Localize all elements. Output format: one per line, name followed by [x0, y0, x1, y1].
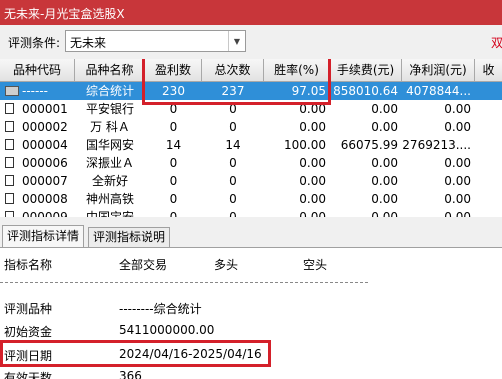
cell-fee: 0.00: [371, 174, 398, 188]
cell-code: 000001: [22, 102, 68, 116]
cell-profit: 0.00: [444, 210, 471, 217]
detail-separator: [0, 282, 368, 283]
cell-profit: 0.00: [444, 156, 471, 170]
cell-total: 14: [225, 138, 241, 152]
cell-rate: 0.00: [299, 174, 326, 188]
table-row[interactable]: 000008 神州高铁 0 0 0.00 0.00 0.00: [0, 190, 502, 208]
cell-fee: 0.00: [371, 192, 398, 206]
cell-fee: 0.00: [371, 102, 398, 116]
cell-wins: 0: [169, 174, 178, 188]
cell-code: 000009: [22, 210, 68, 217]
filter-label: 评测条件:: [8, 36, 61, 50]
window-title: 无未来-月光宝盒选股X: [4, 7, 125, 21]
tab-indicator-description[interactable]: 评测指标说明: [88, 227, 171, 248]
cell-name: 深振业Ａ: [85, 156, 134, 170]
cell-rate: 100.00: [284, 138, 326, 152]
filter-condition-value: 无未来: [70, 36, 107, 50]
cell-fee: 0.00: [371, 156, 398, 170]
chevron-down-icon[interactable]: ▼: [228, 31, 245, 51]
cell-rate: 0.00: [299, 156, 326, 170]
filter-condition-select[interactable]: 无未来 ▼: [65, 30, 246, 52]
table-row[interactable]: 000009 中国宝安 0 0 0.00 0.00 0.00: [0, 208, 502, 217]
table-row[interactable]: 000004 国华网安 14 14 100.00 66075.99 276921…: [0, 136, 502, 154]
cell-wins: 0: [169, 210, 178, 217]
detail-label: 初始资金: [4, 325, 53, 339]
tab-bar: 评测指标详情 评测指标说明: [0, 225, 502, 248]
col-header-fee[interactable]: 手续费(元): [330, 59, 402, 81]
cell-name: 综合统计: [85, 84, 134, 98]
cell-fee: 858010.64: [333, 84, 398, 98]
cell-wins: 14: [165, 138, 182, 152]
cell-profit: 0.00: [444, 192, 471, 206]
table-row[interactable]: 000007 全新好 0 0 0.00 0.00 0.00: [0, 172, 502, 190]
detail-value: --------综合统计: [119, 302, 202, 316]
cell-rate: 0.00: [299, 210, 326, 217]
cell-fee: 0.00: [371, 120, 398, 134]
cell-fee: 0.00: [371, 210, 398, 217]
cell-code: 000002: [22, 120, 68, 134]
indicator-detail-panel: 指标名称 全部交易 多头 空头 评测品种 --------综合统计 初始资金 5…: [0, 248, 502, 379]
col-header-name[interactable]: 品种名称: [75, 59, 145, 81]
col-header-code[interactable]: 品种代码: [0, 59, 75, 81]
cell-name: 平安银行: [85, 102, 134, 116]
highlight-box-stats: [142, 59, 331, 105]
cell-total: 0: [229, 120, 237, 134]
cell-total: 0: [229, 174, 237, 188]
cell-profit: 0.00: [444, 120, 471, 134]
result-table: 品种代码 品种名称 盈利数 总次数 胜率(%) 手续费(元) 净利润(元) 收 …: [0, 59, 502, 217]
cell-wins: 0: [169, 192, 178, 206]
cell-profit: 4078844...: [406, 84, 471, 98]
cell-rate: 0.00: [299, 192, 326, 206]
cell-code: 000004: [22, 138, 68, 152]
cell-name: 中国宝安: [85, 210, 134, 217]
cell-wins: 0: [169, 120, 178, 134]
cell-total: 0: [229, 192, 237, 206]
table-row[interactable]: 000006 深振业Ａ 0 0 0.00 0.00 0.00: [0, 154, 502, 172]
detail-label: 评测品种: [4, 302, 53, 316]
detail-header-name: 指标名称: [4, 258, 53, 272]
col-header-profit[interactable]: 净利润(元): [402, 59, 475, 81]
tab-indicator-details[interactable]: 评测指标详情: [2, 225, 85, 248]
cell-profit: 0.00: [444, 102, 471, 116]
cell-code: ------: [22, 84, 48, 98]
filter-bar: 评测条件: 无未来 ▼ 双: [0, 25, 502, 57]
detail-value: 366: [119, 369, 142, 379]
cell-name: 万 科Ａ: [90, 120, 130, 134]
cell-total: 0: [229, 156, 237, 170]
cell-total: 0: [229, 210, 237, 217]
cell-code: 000008: [22, 192, 68, 206]
detail-header-long: 多头: [214, 258, 239, 272]
cell-wins: 0: [169, 156, 178, 170]
col-header-extra[interactable]: 收: [475, 59, 502, 81]
cell-name: 神州高铁: [85, 192, 134, 206]
table-row[interactable]: 000002 万 科Ａ 0 0 0.00 0.00 0.00: [0, 118, 502, 136]
cell-code: 000006: [22, 156, 68, 170]
detail-header-all: 全部交易: [119, 258, 168, 272]
cell-code: 000007: [22, 174, 68, 188]
cell-profit: 0.00: [444, 174, 471, 188]
cell-name: 全新好: [91, 174, 128, 188]
cell-name: 国华网安: [85, 138, 134, 152]
detail-header-short: 空头: [303, 258, 328, 272]
cell-profit: 2769213....: [402, 138, 471, 152]
detail-value: 5411000000.00: [119, 323, 215, 337]
detail-label: 有效天数: [4, 371, 53, 379]
filter-right-label[interactable]: 双: [491, 34, 502, 51]
cell-fee: 66075.99: [340, 138, 398, 152]
highlight-box-date: [0, 340, 271, 367]
cell-rate: 0.00: [299, 120, 326, 134]
window-title-bar: 无未来-月光宝盒选股X: [0, 0, 502, 25]
